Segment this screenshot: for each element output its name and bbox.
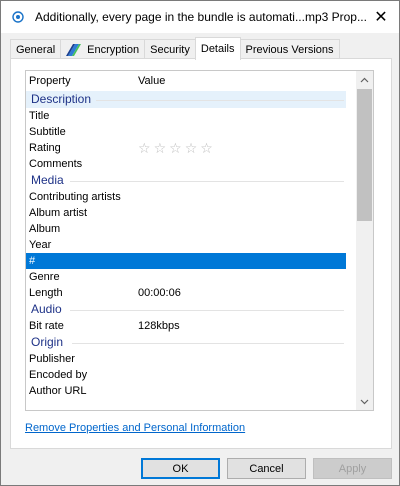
- row-bit-rate[interactable]: Bit rate 128kbps: [26, 318, 346, 334]
- property-name: Rating: [29, 142, 61, 154]
- property-name: Length: [29, 287, 63, 299]
- group-audio: Audio: [26, 301, 346, 318]
- group-audio-label: Audio: [31, 302, 62, 316]
- media-file-icon: [11, 10, 25, 24]
- star-icon[interactable]: ☆: [154, 140, 167, 156]
- row-year[interactable]: Year: [26, 237, 346, 253]
- group-description-label: Description: [31, 92, 92, 106]
- row-track-number[interactable]: #: [26, 253, 346, 269]
- tab-previous-versions-label: Previous Versions: [245, 43, 334, 56]
- tab-encryption-label: Encryption: [87, 43, 140, 56]
- property-name: Subtitle: [29, 126, 66, 138]
- close-button[interactable]: ✕: [371, 7, 391, 27]
- column-header-value[interactable]: Value: [138, 75, 165, 87]
- ok-button[interactable]: OK: [141, 458, 220, 479]
- tab-strip: General Encryption Security Details Prev…: [10, 37, 340, 60]
- property-name: #: [29, 255, 36, 267]
- window-title: Additionally, every page in the bundle i…: [35, 10, 367, 24]
- group-origin: Origin: [26, 334, 346, 351]
- row-contributing-artists[interactable]: Contributing artists: [26, 189, 346, 205]
- property-name: Album: [29, 223, 61, 235]
- row-genre[interactable]: Genre: [26, 269, 346, 285]
- tab-encryption[interactable]: Encryption: [60, 39, 146, 59]
- properties-dialog: Additionally, every page in the bundle i…: [0, 0, 400, 486]
- scroll-up-arrow-icon[interactable]: [356, 71, 373, 88]
- row-publisher[interactable]: Publisher: [26, 351, 346, 367]
- group-media: Media: [26, 172, 346, 189]
- row-encoded-by[interactable]: Encoded by: [26, 367, 346, 383]
- star-icon[interactable]: ☆: [169, 140, 182, 156]
- encryption-icon: [66, 43, 82, 57]
- row-comments[interactable]: Comments: [26, 156, 346, 172]
- group-description: Description: [26, 91, 346, 108]
- group-origin-label: Origin: [31, 335, 64, 349]
- group-divider: [70, 310, 344, 311]
- property-name: Album artist: [29, 207, 88, 219]
- row-rating[interactable]: Rating ☆ ☆ ☆ ☆ ☆: [26, 140, 346, 156]
- list-header: Property Value: [26, 71, 346, 91]
- group-media-label: Media: [31, 173, 64, 187]
- property-value: 128kbps: [138, 320, 180, 332]
- star-icon[interactable]: ☆: [200, 140, 213, 156]
- property-name: Publisher: [29, 353, 75, 365]
- row-subtitle[interactable]: Subtitle: [26, 124, 346, 140]
- tab-security-label: Security: [150, 43, 190, 56]
- property-name: Bit rate: [29, 320, 64, 332]
- property-name: Year: [29, 239, 52, 251]
- apply-button[interactable]: Apply: [313, 458, 392, 479]
- tab-general[interactable]: General: [10, 39, 62, 59]
- cancel-button[interactable]: Cancel: [227, 458, 306, 479]
- tab-details-label: Details: [200, 43, 235, 55]
- details-panel: Property Value Description Title Subtitl…: [10, 58, 392, 449]
- group-divider: [96, 100, 344, 101]
- property-name: Comments: [29, 158, 83, 170]
- column-header-property[interactable]: Property: [29, 75, 71, 87]
- group-divider: [70, 181, 344, 182]
- rating-stars[interactable]: ☆ ☆ ☆ ☆ ☆: [138, 140, 213, 156]
- row-length[interactable]: Length 00:00:06: [26, 285, 346, 301]
- row-album-artist[interactable]: Album artist: [26, 205, 346, 221]
- star-icon[interactable]: ☆: [185, 140, 198, 156]
- tab-details[interactable]: Details: [194, 37, 241, 60]
- scroll-down-arrow-icon[interactable]: [356, 393, 373, 410]
- property-list[interactable]: Property Value Description Title Subtitl…: [25, 70, 374, 411]
- title-bar: Additionally, every page in the bundle i…: [1, 1, 399, 33]
- property-value: 00:00:06: [138, 287, 181, 299]
- property-name: Genre: [29, 271, 60, 283]
- scrollbar-thumb[interactable]: [357, 89, 372, 221]
- group-divider: [72, 343, 344, 344]
- property-name: Title: [29, 110, 50, 122]
- property-name: Encoded by: [29, 369, 88, 381]
- remove-properties-link[interactable]: Remove Properties and Personal Informati…: [25, 422, 245, 434]
- tab-previous-versions[interactable]: Previous Versions: [239, 39, 340, 59]
- row-author-url[interactable]: Author URL: [26, 383, 346, 399]
- star-icon[interactable]: ☆: [138, 140, 151, 156]
- tab-security[interactable]: Security: [144, 39, 196, 59]
- row-title[interactable]: Title: [26, 108, 346, 124]
- property-rows: Description Title Subtitle Rating ☆ ☆ ☆ …: [26, 91, 346, 399]
- vertical-scrollbar[interactable]: [356, 71, 373, 410]
- row-album[interactable]: Album: [26, 221, 346, 237]
- property-name: Author URL: [29, 385, 87, 397]
- tab-general-label: General: [16, 43, 56, 56]
- property-name: Contributing artists: [29, 191, 121, 203]
